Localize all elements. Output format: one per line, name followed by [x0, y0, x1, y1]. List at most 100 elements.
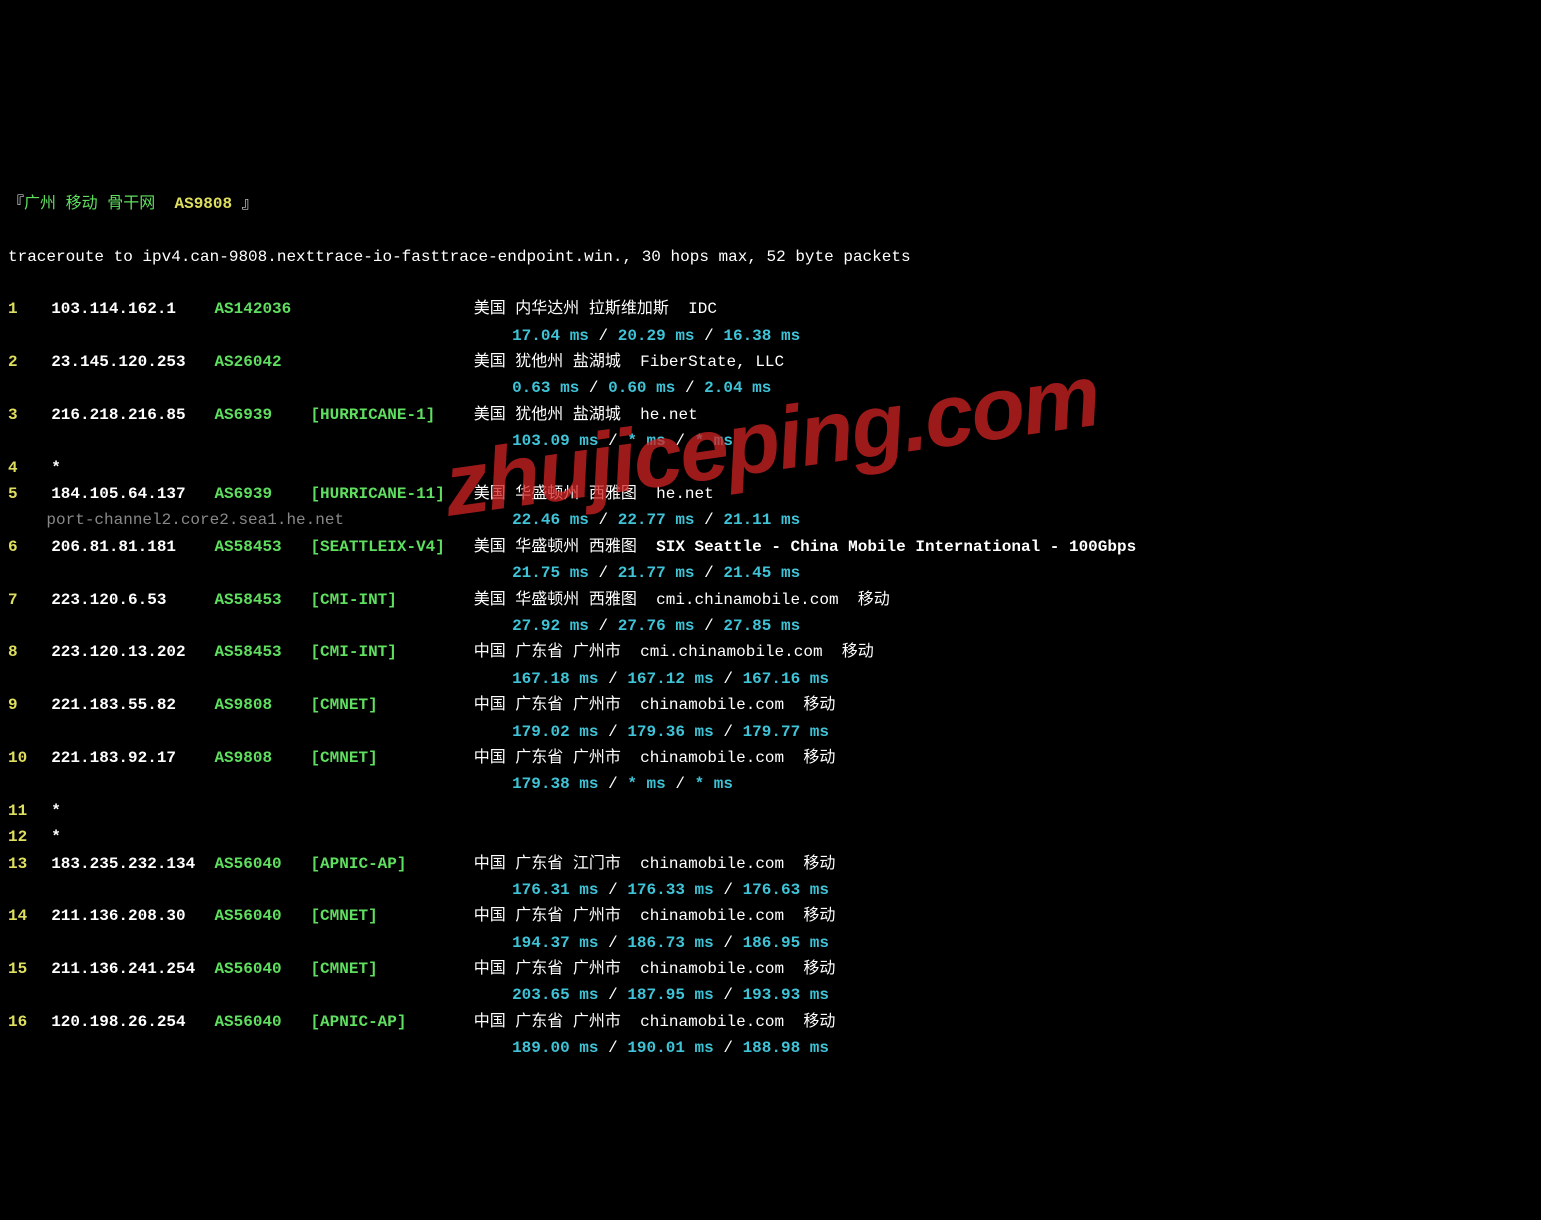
hop-rtt: 21.11 ms	[723, 511, 800, 529]
hop-rtt: 21.77 ms	[618, 564, 695, 582]
hop-rtt-row: 203.65 ms / 187.95 ms / 193.93 ms	[8, 982, 1533, 1008]
hop-ip: 211.136.208.30	[51, 903, 205, 929]
hop-location: 中国 广东省 广州市	[474, 960, 621, 978]
hop-netname: [CMI-INT]	[310, 639, 464, 665]
hop-ip: 223.120.13.202	[51, 639, 205, 665]
hop-number: 5	[8, 481, 32, 507]
hop-number: 8	[8, 639, 32, 665]
hop-rtt: 167.12 ms	[627, 670, 713, 688]
hop-rtt-row: 27.92 ms / 27.76 ms / 27.85 ms	[8, 613, 1533, 639]
hop-rtt: 167.18 ms	[512, 670, 598, 688]
hop-rtt: 16.38 ms	[723, 327, 800, 345]
hop-rtt-row: 17.04 ms / 20.29 ms / 16.38 ms	[8, 323, 1533, 349]
hop-owner: chinamobile.com 移动	[640, 855, 835, 873]
hop-location: 美国 华盛顿州 西雅图	[474, 485, 637, 503]
hop-ip: 23.145.120.253	[51, 349, 205, 375]
hop-timeout: *	[51, 802, 61, 820]
hop-rtt: 179.77 ms	[743, 723, 829, 741]
hop-number: 7	[8, 587, 32, 613]
hop-row: 15 211.136.241.254 AS56040 [CMNET] 中国 广东…	[8, 956, 1533, 982]
hop-ip: 221.183.55.82	[51, 692, 205, 718]
hop-number: 4	[8, 455, 32, 481]
hop-row: 16 120.198.26.254 AS56040 [APNIC-AP] 中国 …	[8, 1009, 1533, 1035]
hop-rtt: 27.92 ms	[512, 617, 589, 635]
hop-number: 1	[8, 296, 32, 322]
hop-location: 美国 犹他州 盐湖城	[474, 353, 621, 371]
hop-asn: AS56040	[214, 956, 300, 982]
hop-rtt: 2.04 ms	[704, 379, 771, 397]
hop-rtt-row: 21.75 ms / 21.77 ms / 21.45 ms	[8, 560, 1533, 586]
hop-rtt: 179.38 ms	[512, 775, 598, 793]
hop-ip: 120.198.26.254	[51, 1009, 205, 1035]
hop-location: 中国 广东省 广州市	[474, 696, 621, 714]
hop-location: 中国 广东省 广州市	[474, 1013, 621, 1031]
hop-row: 11 *	[8, 798, 1533, 824]
hop-row: 7 223.120.6.53 AS58453 [CMI-INT] 美国 华盛顿州…	[8, 587, 1533, 613]
hop-netname: [APNIC-AP]	[310, 851, 464, 877]
hop-rtt: 167.16 ms	[743, 670, 829, 688]
hop-rtt: * ms	[627, 775, 665, 793]
hop-asn: AS9808	[214, 692, 300, 718]
hop-rtt: 27.85 ms	[723, 617, 800, 635]
hop-asn: AS9808	[214, 745, 300, 771]
hop-rtt: 22.46 ms	[512, 511, 589, 529]
hop-rtt: 179.36 ms	[627, 723, 713, 741]
hop-netname: [HURRICANE-11]	[310, 481, 464, 507]
hop-asn: AS56040	[214, 903, 300, 929]
hop-rtt: 194.37 ms	[512, 934, 598, 952]
hop-owner: FiberState, LLC	[640, 353, 784, 371]
hop-owner: SIX Seattle - China Mobile International…	[656, 538, 1136, 556]
hop-ip: 103.114.162.1	[51, 296, 205, 322]
hop-row: 8 223.120.13.202 AS58453 [CMI-INT] 中国 广东…	[8, 639, 1533, 665]
hop-rtt: 176.31 ms	[512, 881, 598, 899]
hop-asn: AS6939	[214, 402, 300, 428]
hop-row: 12 *	[8, 824, 1533, 850]
hop-rtt: 27.76 ms	[618, 617, 695, 635]
hop-asn: AS58453	[214, 587, 300, 613]
hop-rdns-row: port-channel2.core2.sea1.he.net 22.46 ms…	[8, 507, 1533, 533]
hop-row: 9 221.183.55.82 AS9808 [CMNET] 中国 广东省 广州…	[8, 692, 1533, 718]
hop-owner: cmi.chinamobile.com 移动	[656, 591, 890, 609]
hop-rtt: 0.63 ms	[512, 379, 579, 397]
hop-rtt: 21.45 ms	[723, 564, 800, 582]
hop-asn: AS26042	[214, 349, 300, 375]
hop-location: 美国 犹他州 盐湖城	[474, 406, 621, 424]
hop-netname: [CMNET]	[310, 956, 464, 982]
hop-location: 美国 内华达州 拉斯维加斯	[474, 300, 669, 318]
hop-owner: he.net	[656, 485, 714, 503]
hop-rtt-row: 103.09 ms / * ms / * ms	[8, 428, 1533, 454]
hop-netname: [SEATTLEIX-V4]	[310, 534, 464, 560]
hop-number: 15	[8, 956, 32, 982]
hop-rtt: 186.73 ms	[627, 934, 713, 952]
hop-number: 14	[8, 903, 32, 929]
hop-row: 1 103.114.162.1 AS142036 美国 内华达州 拉斯维加斯 I…	[8, 296, 1533, 322]
hop-ip: 184.105.64.137	[51, 481, 205, 507]
hop-rtt: 0.60 ms	[608, 379, 675, 397]
hop-asn: AS58453	[214, 639, 300, 665]
hop-rtt: 203.65 ms	[512, 986, 598, 1004]
hop-asn: AS142036	[214, 296, 300, 322]
hop-rtt: 188.98 ms	[743, 1039, 829, 1057]
hop-rtt: 193.93 ms	[743, 986, 829, 1004]
hop-rtt: * ms	[695, 775, 733, 793]
hop-location: 美国 华盛顿州 西雅图	[474, 538, 637, 556]
hop-owner: cmi.chinamobile.com 移动	[640, 643, 874, 661]
hop-row: 13 183.235.232.134 AS56040 [APNIC-AP] 中国…	[8, 851, 1533, 877]
hop-number: 13	[8, 851, 32, 877]
hop-row: 3 216.218.216.85 AS6939 [HURRICANE-1] 美国…	[8, 402, 1533, 428]
hop-location: 中国 广东省 广州市	[474, 907, 621, 925]
hop-rtt: 21.75 ms	[512, 564, 589, 582]
hop-location: 中国 广东省 江门市	[474, 855, 621, 873]
hop-asn: AS58453	[214, 534, 300, 560]
hop-owner: chinamobile.com 移动	[640, 960, 835, 978]
hop-rtt: 176.33 ms	[627, 881, 713, 899]
hop-rtt: 187.95 ms	[627, 986, 713, 1004]
hop-netname: [CMNET]	[310, 745, 464, 771]
terminal-output: 『广州 移动 骨干网 AS9808 』 traceroute to ipv4.c…	[8, 164, 1533, 1088]
hop-location: 中国 广东省 广州市	[474, 643, 621, 661]
hop-rtt-row: 189.00 ms / 190.01 ms / 188.98 ms	[8, 1035, 1533, 1061]
hop-rtt-row: 179.38 ms / * ms / * ms	[8, 771, 1533, 797]
hop-location: 中国 广东省 广州市	[474, 749, 621, 767]
hop-rtt: 189.00 ms	[512, 1039, 598, 1057]
hop-rtt: 17.04 ms	[512, 327, 589, 345]
